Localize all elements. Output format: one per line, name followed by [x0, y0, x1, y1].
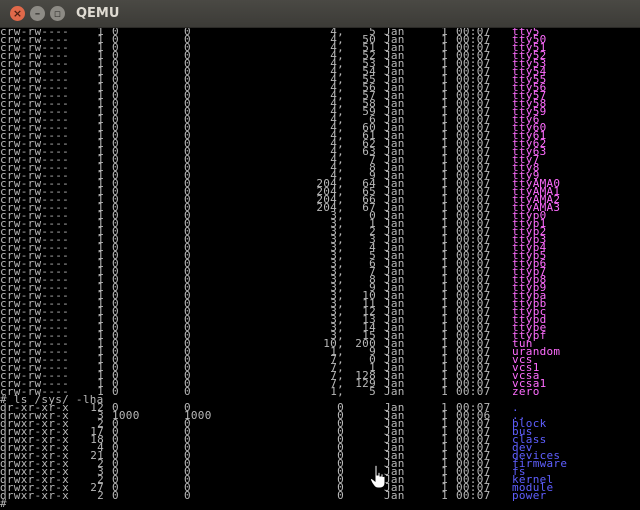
owner-user: 0	[112, 489, 119, 502]
owner-group: 0	[184, 97, 191, 110]
owner-group: 0	[184, 433, 191, 446]
qemu-console[interactable]: crw-rw---- 1 0 0 4, 5 Jan 1 00:07 tty5 crw-rw---- 1…	[0, 28, 640, 510]
minor-number: 5	[369, 385, 376, 398]
device-name: zero	[512, 385, 540, 398]
owner-group: 0	[184, 81, 191, 94]
owner-group: 0	[184, 345, 191, 358]
link-count: 2	[97, 489, 104, 502]
owner-group: 0	[184, 297, 191, 310]
owner-group: 0	[184, 225, 191, 238]
owner-group: 0	[184, 233, 191, 246]
date-month: Jan	[384, 385, 405, 398]
owner-group: 0	[184, 337, 191, 350]
permissions: drwxr-xr-x	[0, 489, 70, 502]
file-size: 0	[337, 457, 344, 470]
owner-group: 0	[184, 201, 191, 214]
owner-group: 0	[184, 457, 191, 470]
owner-group: 0	[184, 105, 191, 118]
owner-group: 0	[184, 217, 191, 230]
owner-group: 0	[184, 305, 191, 318]
owner-group: 0	[184, 489, 191, 502]
file-size: 0	[337, 489, 344, 502]
owner-group: 0	[184, 465, 191, 478]
file-size: 0	[337, 449, 344, 462]
file-size: 0	[337, 433, 344, 446]
owner-group: 0	[184, 369, 191, 382]
file-size: 0	[337, 417, 344, 430]
window-title: QEMU	[76, 6, 120, 21]
date-day: 1	[441, 385, 448, 398]
owner-group: 0	[184, 137, 191, 150]
time: 00:07	[456, 489, 491, 502]
owner-group: 0	[184, 169, 191, 182]
owner-group: 0	[184, 473, 191, 486]
owner-group: 1000	[184, 409, 212, 422]
owner-group: 0	[184, 449, 191, 462]
owner-group: 0	[184, 121, 191, 134]
owner-group: 0	[184, 257, 191, 270]
owner-group: 0	[184, 481, 191, 494]
file-size: 0	[337, 465, 344, 478]
owner-group: 0	[184, 265, 191, 278]
owner-group: 0	[184, 153, 191, 166]
owner-group: 0	[184, 129, 191, 142]
owner-group: 0	[184, 209, 191, 222]
owner-group: 0	[184, 377, 191, 390]
owner-group: 0	[184, 73, 191, 86]
owner-group: 0	[184, 177, 191, 190]
owner-group: 0	[184, 185, 191, 198]
owner-group: 0	[184, 41, 191, 54]
owner-group: 0	[184, 353, 191, 366]
directory-name: power	[512, 489, 547, 502]
owner-group: 0	[184, 361, 191, 374]
date-day: 1	[441, 489, 448, 502]
owner-group: 0	[184, 417, 191, 430]
owner-group: 0	[184, 249, 191, 262]
window-titlebar[interactable]: × – ▫ QEMU	[0, 0, 640, 28]
owner-group: 0	[184, 313, 191, 326]
owner-group: 0	[184, 193, 191, 206]
owner-group: 0	[184, 289, 191, 302]
owner-group: 0	[184, 385, 191, 398]
time: 00:07	[456, 385, 491, 398]
owner-group: 0	[184, 65, 191, 78]
console-output: crw-rw---- 1 0 0 4, 5 Jan 1 00:07 tty5 crw-rw---- 1…	[0, 28, 567, 509]
owner-group: 0	[184, 281, 191, 294]
owner-group: 0	[184, 161, 191, 174]
owner-group: 0	[184, 273, 191, 286]
owner-group: 0	[184, 49, 191, 62]
file-size: 0	[337, 409, 344, 422]
owner-group: 0	[184, 425, 191, 438]
file-size: 0	[337, 441, 344, 454]
owner-group: 0	[184, 57, 191, 70]
owner-group: 0	[184, 28, 191, 38]
major-number: 1,	[330, 385, 344, 398]
hand-pointer-icon	[370, 465, 386, 489]
maximize-window-button[interactable]: ▫	[50, 6, 65, 21]
owner-group: 0	[184, 321, 191, 334]
close-window-button[interactable]: ×	[10, 6, 25, 21]
owner-group: 0	[184, 441, 191, 454]
owner-group: 0	[184, 145, 191, 158]
owner-group: 0	[184, 89, 191, 102]
owner-group: 0	[184, 241, 191, 254]
file-size: 0	[337, 401, 344, 414]
file-size: 0	[337, 425, 344, 438]
directory-row: drwxr-xr-x 2 0 0 0 Jan 1 00:07 power	[0, 489, 567, 502]
owner-group: 0	[184, 33, 191, 46]
minimize-window-button[interactable]: –	[30, 6, 45, 21]
owner-group: 0	[184, 113, 191, 126]
file-size: 0	[337, 481, 344, 494]
owner-user: 0	[112, 385, 119, 398]
file-size: 0	[337, 473, 344, 486]
owner-group: 0	[184, 329, 191, 342]
date-month: Jan	[384, 489, 405, 502]
